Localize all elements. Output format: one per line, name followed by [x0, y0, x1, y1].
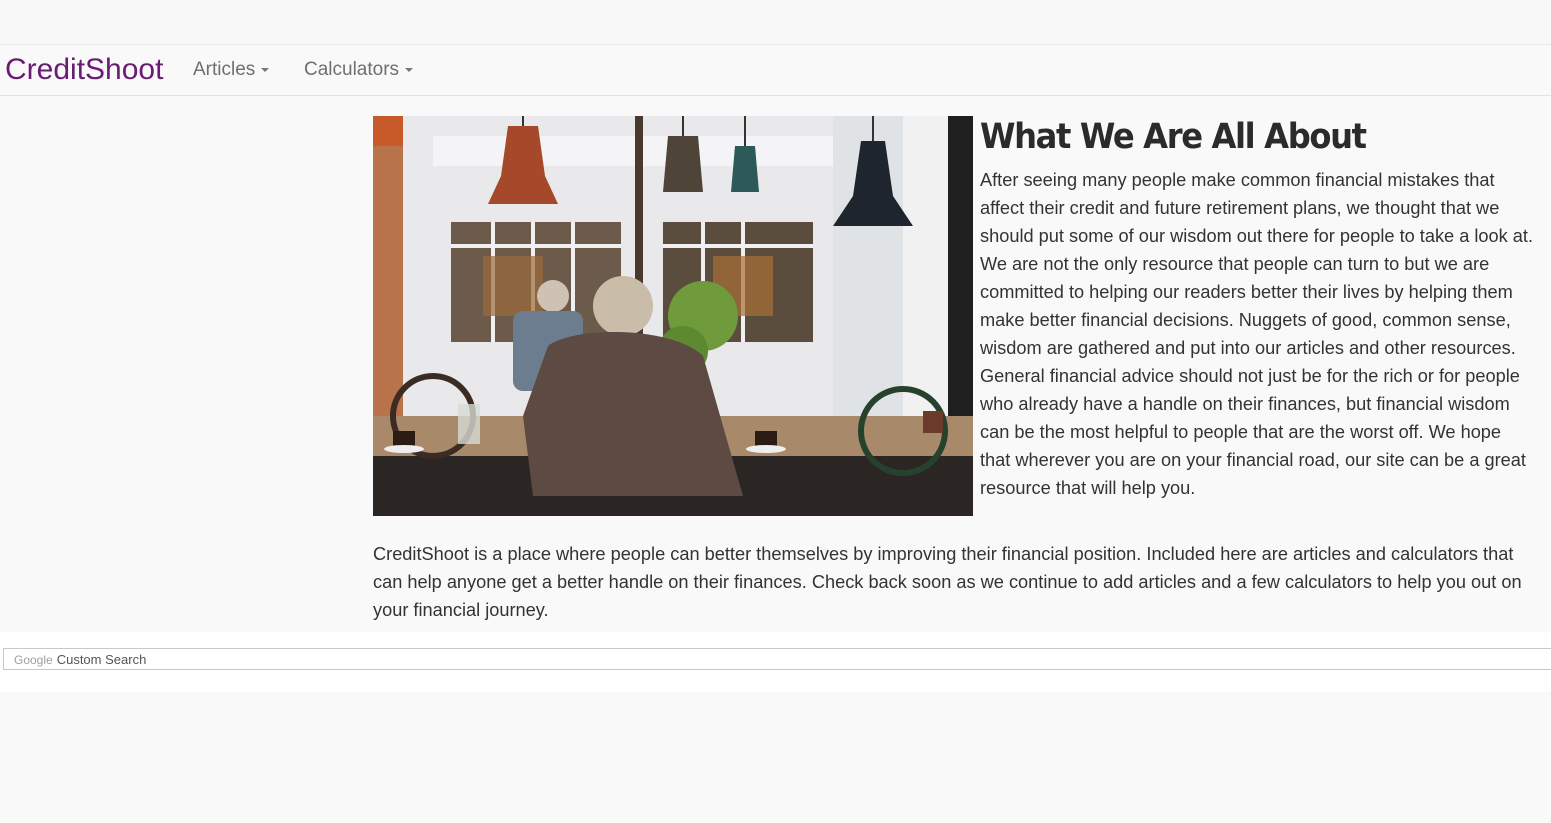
google-brand-label: Google [14, 653, 53, 667]
nav-calculators-dropdown[interactable]: Calculators [304, 59, 414, 81]
nav-calculators-label: Calculators [304, 59, 400, 80]
navbar: CreditShoot Articles Calculators [0, 45, 1551, 96]
top-strip [0, 0, 1551, 45]
hero-image [373, 116, 973, 516]
search-section: Google Custom Search [0, 632, 1551, 692]
caret-down-icon [261, 67, 270, 72]
intro-paragraph: CreditShoot is a place where people can … [373, 544, 1522, 620]
custom-search-input[interactable]: Google Custom Search [3, 648, 1551, 670]
nav-articles-label: Articles [193, 59, 256, 80]
about-paragraph: After seeing many people make common fin… [980, 170, 1534, 498]
about-heading: What We Are All About [980, 117, 1367, 157]
search-placeholder: Google Custom Search [14, 652, 147, 668]
nav-articles-dropdown[interactable]: Articles [193, 59, 270, 81]
search-placeholder-label: Custom Search [56, 652, 147, 667]
brand-logo-link[interactable]: CreditShoot [5, 53, 163, 87]
caret-down-icon [405, 67, 414, 72]
